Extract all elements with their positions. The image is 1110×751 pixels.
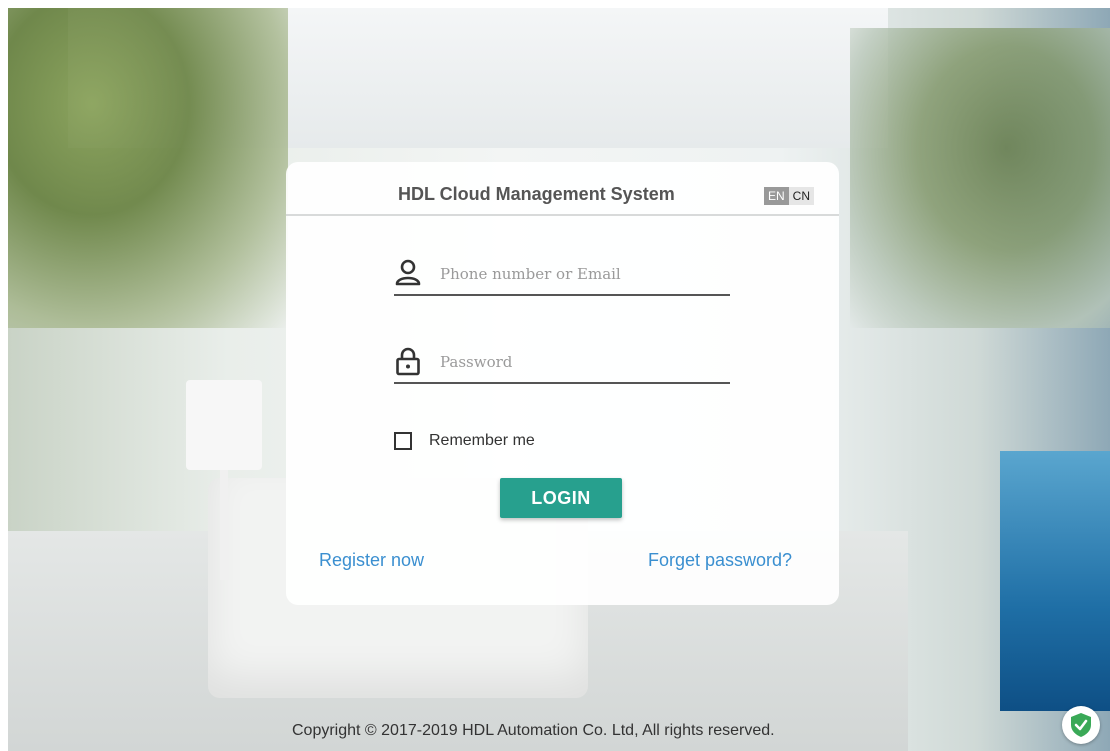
user-icon <box>394 258 422 288</box>
page-title: HDL Cloud Management System <box>398 184 675 204</box>
bg-pool <box>1000 451 1110 711</box>
remember-me-label: Remember me <box>429 432 535 449</box>
bg-foliage-right <box>850 28 1110 328</box>
password-field <box>394 342 732 384</box>
bg-lamp-shade <box>186 380 262 470</box>
username-field <box>394 254 732 296</box>
language-switcher: EN CN <box>764 187 815 205</box>
login-card: HDL Cloud Management System EN CN Rememb… <box>286 162 839 605</box>
lock-icon <box>394 346 422 376</box>
forgot-password-link[interactable]: Forget password? <box>648 550 792 571</box>
username-input[interactable] <box>438 260 732 288</box>
bg-foliage-left <box>8 8 288 328</box>
remember-me-checkbox[interactable] <box>394 432 412 450</box>
bg-lamp-stem <box>220 470 228 580</box>
register-link[interactable]: Register now <box>319 550 424 571</box>
password-input[interactable] <box>438 348 732 376</box>
login-button[interactable]: LOGIN <box>500 478 622 518</box>
language-en-button[interactable]: EN <box>764 187 789 205</box>
language-cn-button[interactable]: CN <box>788 187 815 205</box>
remember-me[interactable]: Remember me <box>394 432 535 450</box>
copyright-text: Copyright © 2017-2019 HDL Automation Co.… <box>292 722 775 739</box>
shield-check-icon[interactable] <box>1062 706 1100 744</box>
login-header: HDL Cloud Management System EN CN <box>286 162 839 216</box>
